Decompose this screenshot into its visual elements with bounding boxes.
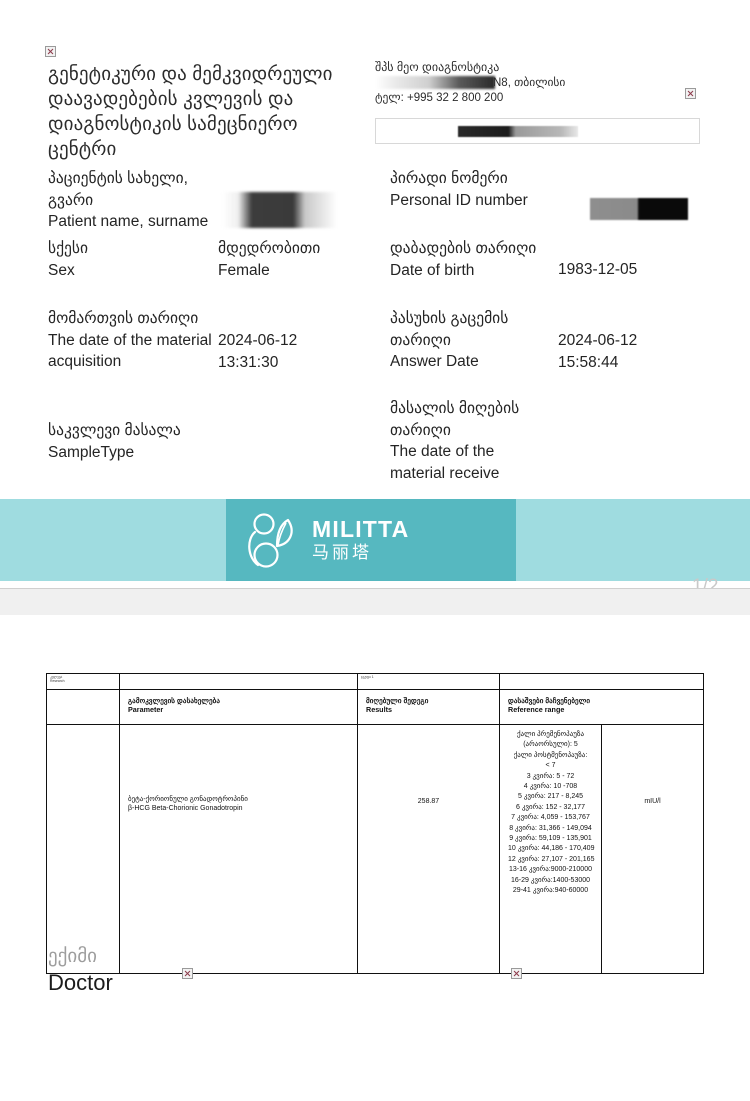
clinic-phone: ტელ: +995 32 2 800 200 <box>375 92 504 104</box>
doctor-label-ka: ექიმი <box>48 946 97 967</box>
watermark-brand: MILITTA <box>312 515 410 542</box>
cell-reference-range: ქალი პრემენოპაუზა (არაორსული): 5 ქალი პო… <box>499 724 602 974</box>
header-parameter: გამოკვლევის დასახელება Parameter <box>119 689 358 725</box>
field-row-name-id: პაციენტის სახელი, გვარი Patient name, su… <box>0 168 750 238</box>
document-page-1: გენეტიკური და მემკვიდრეული დაავადებების … <box>0 0 750 588</box>
reference-line: 29-41 კვირა:940-60000 <box>512 887 589 895</box>
table-micro-header-row: კვლევა Research ჯგუფი 1 <box>46 673 704 690</box>
answer-date-label: პასუხის გაცემის თარიღი Answer Date <box>390 310 509 370</box>
reference-line: 13-16 კვირა:9000-210000 <box>509 866 592 874</box>
organization-title: გენეტიკური და მემკვიდრეული დაავადებების … <box>48 64 333 160</box>
field-row-sex-dob: სქესი Sex მდედრობითი Female დაბადების თა… <box>0 238 750 308</box>
row-spacer <box>46 724 120 974</box>
sex-value: მდედრობითი Female <box>218 240 321 279</box>
patient-field-grid: პაციენტის სახელი, გვარი Patient name, su… <box>0 168 750 508</box>
reference-line: 3 კვირა: 5 - 72 <box>526 772 575 780</box>
redaction-bar-personal-id <box>590 198 688 220</box>
watermark-logo-block: MILITTA 马丽塔 <box>226 499 516 581</box>
reference-line: 16-29 კვირა:1400-53000 <box>510 876 591 884</box>
results-table: კვლევა Research ჯგუფი 1 გამოკვლევის დასა… <box>46 673 704 974</box>
micro-label-left: კვლევა Research <box>46 673 120 690</box>
redaction-bar-patient-name <box>222 192 337 228</box>
micro-spacer-1 <box>119 673 358 690</box>
header-results: მიღებული შედეგი Results <box>357 689 500 725</box>
mother-baby-logo-icon <box>248 513 293 568</box>
reference-line: 4 კვირა: 10 -708 <box>523 783 578 791</box>
cell-result-value: 258.87 <box>357 724 500 974</box>
sample-type-label: საკვლევი მასალა SampleType <box>48 422 181 461</box>
doctor-label-en: Doctor <box>48 970 113 995</box>
broken-image-icon-logo <box>45 46 56 57</box>
clinic-address: N8, თბილისი <box>375 75 705 91</box>
field-row-sample-receive: საკვლევი მასალა SampleType მასალის მიღებ… <box>0 398 750 508</box>
header-spacer <box>46 689 120 725</box>
micro-spacer-2 <box>499 673 704 690</box>
page-number: 1/2 <box>692 576 719 588</box>
broken-image-icon-clinic <box>685 88 696 99</box>
clinic-address-tail: N8, თბილისი <box>493 77 566 89</box>
doctor-signature-block: ექიმი Doctor <box>48 945 113 997</box>
reference-line: 10 კვირა: 44,186 - 170,409 <box>508 845 595 853</box>
table-header-row: გამოკვლევის დასახელება Parameter მიღებულ… <box>46 689 704 725</box>
reference-line: ქალი პრემენოპაუზა <box>516 731 585 738</box>
sex-label: სქესი Sex <box>48 240 89 279</box>
reference-line: 8 კვირა: 31,366 - 149,094 <box>509 824 592 832</box>
redaction-bar-clinic-field <box>458 126 578 137</box>
date-of-birth-label: დაბადების თარიღი Date of birth <box>390 240 537 279</box>
reference-line: 9 კვირა: 59,109 - 135,901 <box>509 835 592 843</box>
field-row-acquisition-answer: მომართვის თარიღი The date of the materia… <box>0 308 750 398</box>
table-row: ბეტა-ქორიონული გონადოტროპინი β-HCG Beta-… <box>46 724 704 974</box>
reference-line: 5 კვირა: 217 - 8,245 <box>517 793 584 801</box>
acquisition-date-label: მომართვის თარიღი The date of the materia… <box>48 310 212 370</box>
cell-unit: mIU/l <box>601 724 704 974</box>
reference-line: 6 კვირა: 152 - 32,177 <box>516 803 585 811</box>
document-page-2: კვლევა Research ჯგუფი 1 გამოკვლევის დასა… <box>0 615 750 1101</box>
answer-date-value: 2024-06-12 15:58:44 <box>558 332 638 371</box>
broken-image-icon-stamp <box>511 968 522 979</box>
reference-line: 7 კვირა: 4,059 - 153,767 <box>511 814 590 822</box>
acquisition-date-value: 2024-06-12 13:31:30 <box>218 332 298 371</box>
reference-line: (არაორსული): 5 <box>523 741 578 749</box>
micro-label-mid: ჯგუფი 1 <box>357 673 500 690</box>
date-of-birth-value: 1983-12-05 <box>558 261 638 278</box>
header-reference-range: დასაშვები მაჩვენებელი Reference range <box>499 689 704 725</box>
reference-line: 12 კვირა: 27,107 - 201,165 <box>508 855 595 863</box>
broken-image-icon-signature <box>182 968 193 979</box>
clinic-info-block: შპს მეო დიაგნოსტიკა N8, თბილისი ტელ: +99… <box>375 60 705 106</box>
page-gap <box>0 589 750 615</box>
personal-id-label: პირადი ნომერი Personal ID number <box>390 170 528 209</box>
material-receive-label: მასალის მიღების თარიღი The date of the m… <box>390 400 520 482</box>
watermark-brand-cn: 马丽塔 <box>312 542 372 562</box>
reference-line: ქალი პოსტმენოპაუზა: <box>513 751 588 759</box>
reference-line: < 7 <box>545 762 556 770</box>
watermark-text: MILITTA 马丽塔 <box>312 515 410 564</box>
cell-parameter: ბეტა-ქორიონული გონადოტროპინი β-HCG Beta-… <box>119 724 358 974</box>
clinic-name: შპს მეო დიაგნოსტიკა <box>375 60 500 74</box>
clinic-redacted-field <box>375 118 700 144</box>
patient-name-label: პაციენტის სახელი, გვარი Patient name, su… <box>48 170 209 230</box>
